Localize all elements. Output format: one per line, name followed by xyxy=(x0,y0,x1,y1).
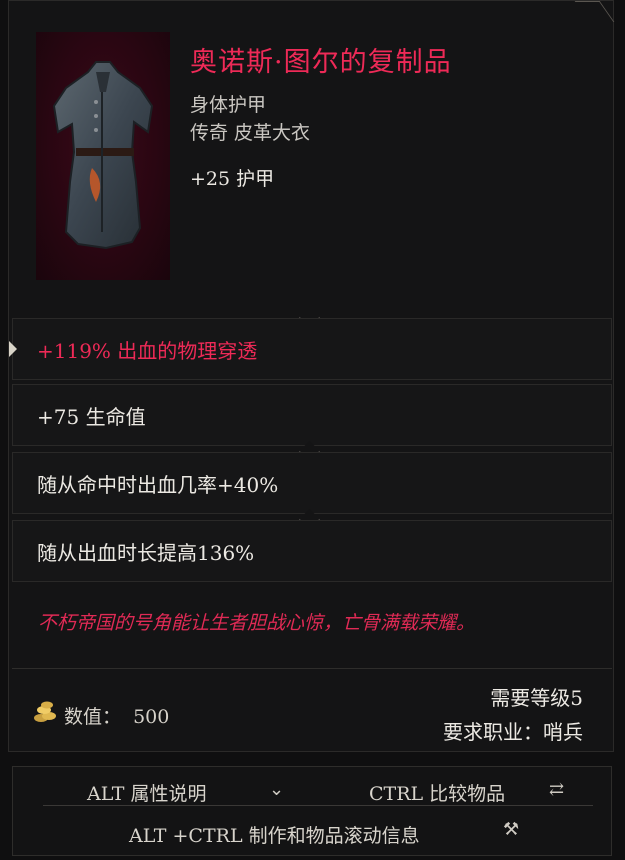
selected-arrow-icon xyxy=(9,341,17,357)
affix-text: +119% 出血的物理穿透 xyxy=(37,338,258,363)
hotkey-hints: ALT 属性说明 ⌄ CTRL 比较物品 ⇄ ALT +CTRL 制作和物品滚动… xyxy=(12,766,612,856)
affix-text: 随从出血时长提高136% xyxy=(37,540,255,565)
chevron-down-icon: ⌄ xyxy=(269,779,285,800)
alt-hint[interactable]: ALT 属性说明 xyxy=(87,779,207,806)
hammer-icon: ⚒ xyxy=(503,819,520,840)
ctrl-hint[interactable]: CTRL 比较物品 xyxy=(369,779,505,806)
divider xyxy=(12,668,612,669)
panel-corner-decoration xyxy=(574,1,615,22)
required-level: 需要等级5 xyxy=(490,686,583,710)
affix-row: 随从出血时长提高136% xyxy=(12,520,612,582)
affix-row: 随从命中时出血几率+40% xyxy=(12,452,612,514)
value-amount: 500 xyxy=(133,706,170,728)
item-value: 数值： 500 xyxy=(64,702,169,729)
item-slot: 身体护甲 xyxy=(190,94,267,116)
required-class: 要求职业：哨兵 xyxy=(443,720,583,744)
affix-text: +75 生命值 xyxy=(37,404,146,429)
item-base-stat: +25 护甲 xyxy=(190,168,275,190)
affix-row: +119% 出血的物理穿透 xyxy=(9,318,612,380)
item-rarity-type: 传奇 皮革大衣 xyxy=(190,122,311,144)
item-lore: 不朽帝国的号角能让生者胆战心惊，亡骨满载荣耀。 xyxy=(38,612,476,634)
compare-arrows-icon: ⇄ xyxy=(549,779,565,800)
affix-row: +75 生命值 xyxy=(12,384,612,446)
gold-coins-icon xyxy=(34,701,56,722)
item-name: 奥诺斯·图尔的复制品 xyxy=(190,47,452,78)
leather-coat-icon xyxy=(52,61,154,250)
affix-text: 随从命中时出血几率+40% xyxy=(37,472,279,497)
item-image xyxy=(36,32,170,280)
alt-ctrl-hint[interactable]: ALT +CTRL 制作和物品滚动信息 xyxy=(129,821,420,848)
value-label: 数值： xyxy=(64,706,122,728)
